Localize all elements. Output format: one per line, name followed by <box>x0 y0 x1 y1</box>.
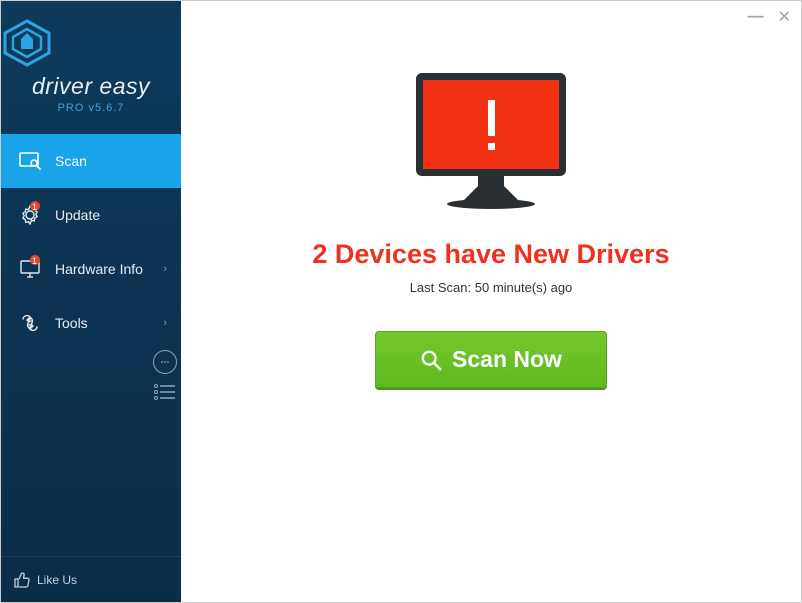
nav-label: Tools <box>55 315 88 331</box>
app-name: driver easy <box>1 73 181 100</box>
logo-area: driver easy PRO v5.6.7 <box>1 1 181 128</box>
menu-list-icon[interactable] <box>154 384 176 400</box>
sidebar: driver easy PRO v5.6.7 Scan 1 Update <box>1 1 181 602</box>
sidebar-extra <box>153 350 177 400</box>
titlebar: — ✕ <box>181 1 801 33</box>
minimize-button[interactable]: — <box>748 8 764 26</box>
nav-item-scan[interactable]: Scan <box>1 134 181 188</box>
tools-icon <box>19 312 41 334</box>
chevron-right-icon: › <box>163 317 167 329</box>
update-badge: 1 <box>30 201 40 211</box>
sidebar-footer: Like Us <box>1 556 181 602</box>
like-us-button[interactable]: Like Us <box>13 571 77 589</box>
scan-icon <box>19 150 41 172</box>
app-logo-icon <box>1 19 181 67</box>
chevron-right-icon: › <box>163 263 167 275</box>
scan-now-button[interactable]: Scan Now <box>375 331 607 388</box>
alert-monitor-icon <box>406 67 576 217</box>
main-area: — ✕ 2 Devices have New Drivers Last Scan… <box>181 1 801 602</box>
feedback-icon[interactable] <box>153 350 177 374</box>
thumbs-up-icon <box>13 571 31 589</box>
main-content: 2 Devices have New Drivers Last Scan: 50… <box>181 33 801 602</box>
sidebar-nav: Scan 1 Update 1 Hardware Inf <box>1 134 181 350</box>
nav-label: Update <box>55 207 100 223</box>
scan-button-label: Scan Now <box>452 346 562 373</box>
nav-item-tools[interactable]: Tools › <box>1 296 181 350</box>
hardware-badge: 1 <box>30 255 40 265</box>
last-scan-text: Last Scan: 50 minute(s) ago <box>410 280 573 295</box>
close-button[interactable]: ✕ <box>778 7 791 27</box>
nav-label: Scan <box>55 153 87 169</box>
search-icon <box>420 349 442 371</box>
status-heading: 2 Devices have New Drivers <box>312 239 669 270</box>
nav-item-hardware[interactable]: 1 Hardware Info › <box>1 242 181 296</box>
nav-item-update[interactable]: 1 Update <box>1 188 181 242</box>
app-version: PRO v5.6.7 <box>1 102 181 114</box>
app-window: driver easy PRO v5.6.7 Scan 1 Update <box>1 1 801 602</box>
like-label: Like Us <box>37 573 77 587</box>
nav-label: Hardware Info <box>55 261 143 277</box>
